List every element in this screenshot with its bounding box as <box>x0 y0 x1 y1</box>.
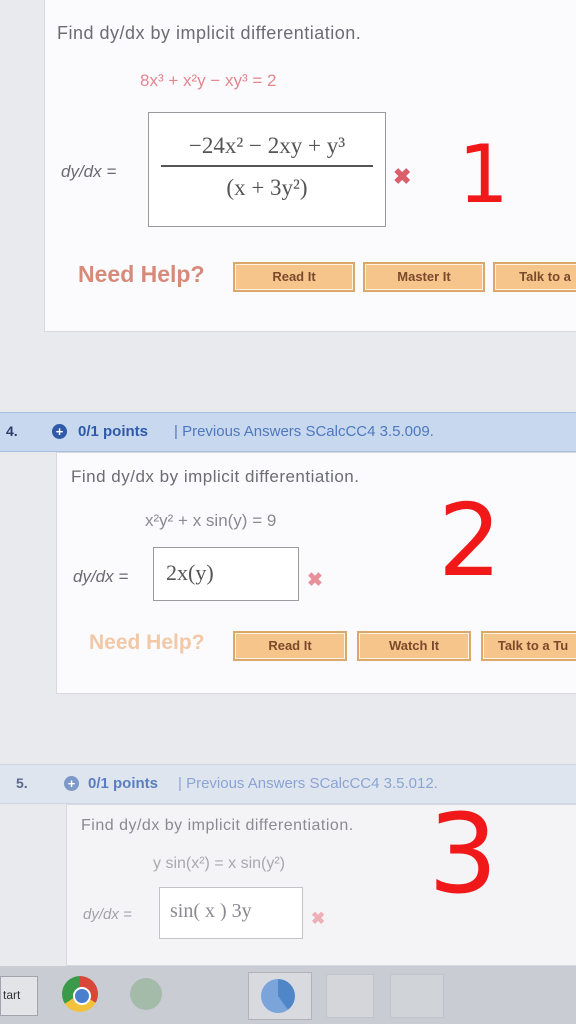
question-4-header: 4. + 0/1 points | Previous Answers SCalc… <box>0 412 576 452</box>
question-3-answer-denominator: (x + 3y²) <box>226 175 308 200</box>
question-5-points-link[interactable]: 0/1 points <box>88 775 158 792</box>
watch-it-button[interactable]: Watch It <box>357 631 471 661</box>
question-4-meta: | Previous Answers SCalcCC4 3.5.009. <box>174 423 434 440</box>
question-5-number: 5. <box>16 775 28 791</box>
question-5-meta: | Previous Answers SCalcCC4 3.5.012. <box>178 775 438 792</box>
question-4-prompt: Find dy/dx by implicit differentiation. <box>71 467 360 486</box>
incorrect-icon: ✖ <box>311 909 326 928</box>
chrome-icon <box>261 979 295 1013</box>
question-5-equation: y sin(x²) = x sin(y²) <box>153 855 285 872</box>
question-5-answer-label: dy/dx = <box>83 906 132 923</box>
talk-to-tutor-button[interactable]: Talk to a Tu <box>481 631 576 661</box>
question-3-answer-numerator: −24x² − 2xy + y³ <box>188 133 346 158</box>
taskbar-app-icon[interactable] <box>390 974 444 1018</box>
browser-icon[interactable] <box>130 978 162 1010</box>
incorrect-icon: ✖ <box>393 164 412 189</box>
question-5-card: Find dy/dx by implicit differentiation. … <box>66 804 576 966</box>
taskbar-app-icon[interactable] <box>326 974 374 1018</box>
question-4-equation: x²y² + x sin(y) = 9 <box>145 511 277 530</box>
annotation-3: 3 <box>428 790 498 918</box>
question-5-answer-box[interactable]: sin( x ) 3y <box>159 887 303 939</box>
taskbar-app-chrome-active[interactable] <box>248 972 312 1020</box>
question-4-answer-label: dy/dx = <box>73 567 129 586</box>
question-3-prompt: Find dy/dx by implicit differentiation. <box>57 23 362 43</box>
expand-plus-icon[interactable]: + <box>64 776 79 791</box>
taskbar: tart <box>0 966 576 1024</box>
need-help-label: Need Help? <box>89 631 205 654</box>
question-4-number: 4. <box>6 423 18 439</box>
annotation-2: 2 <box>438 482 502 599</box>
need-help-label: Need Help? <box>78 261 205 287</box>
master-it-button[interactable]: Master It <box>363 262 485 292</box>
question-5-answer-value: sin( x ) 3y <box>170 900 252 922</box>
question-3-answer-label: dy/dx = <box>61 162 117 181</box>
read-it-button[interactable]: Read It <box>233 631 347 661</box>
talk-to-tutor-button[interactable]: Talk to a <box>493 262 576 292</box>
question-4-points-link[interactable]: 0/1 points <box>78 423 148 440</box>
chrome-icon[interactable] <box>62 976 98 1012</box>
question-3-equation: 8x³ + x²y − xy³ = 2 <box>140 71 277 90</box>
question-4-answer-value: 2x(y) <box>166 560 214 585</box>
question-3-answer-box[interactable]: −24x² − 2xy + y³ (x + 3y²) <box>148 112 386 227</box>
incorrect-icon: ✖ <box>307 570 323 591</box>
expand-plus-icon[interactable]: + <box>52 424 67 439</box>
question-5-prompt: Find dy/dx by implicit differentiation. <box>81 817 354 834</box>
fraction-bar <box>161 165 373 167</box>
question-4-answer-box[interactable]: 2x(y) <box>153 547 299 601</box>
read-it-button[interactable]: Read It <box>233 262 355 292</box>
start-button[interactable]: tart <box>0 976 38 1016</box>
annotation-1: 1 <box>458 128 509 221</box>
start-label: tart <box>3 988 21 1002</box>
